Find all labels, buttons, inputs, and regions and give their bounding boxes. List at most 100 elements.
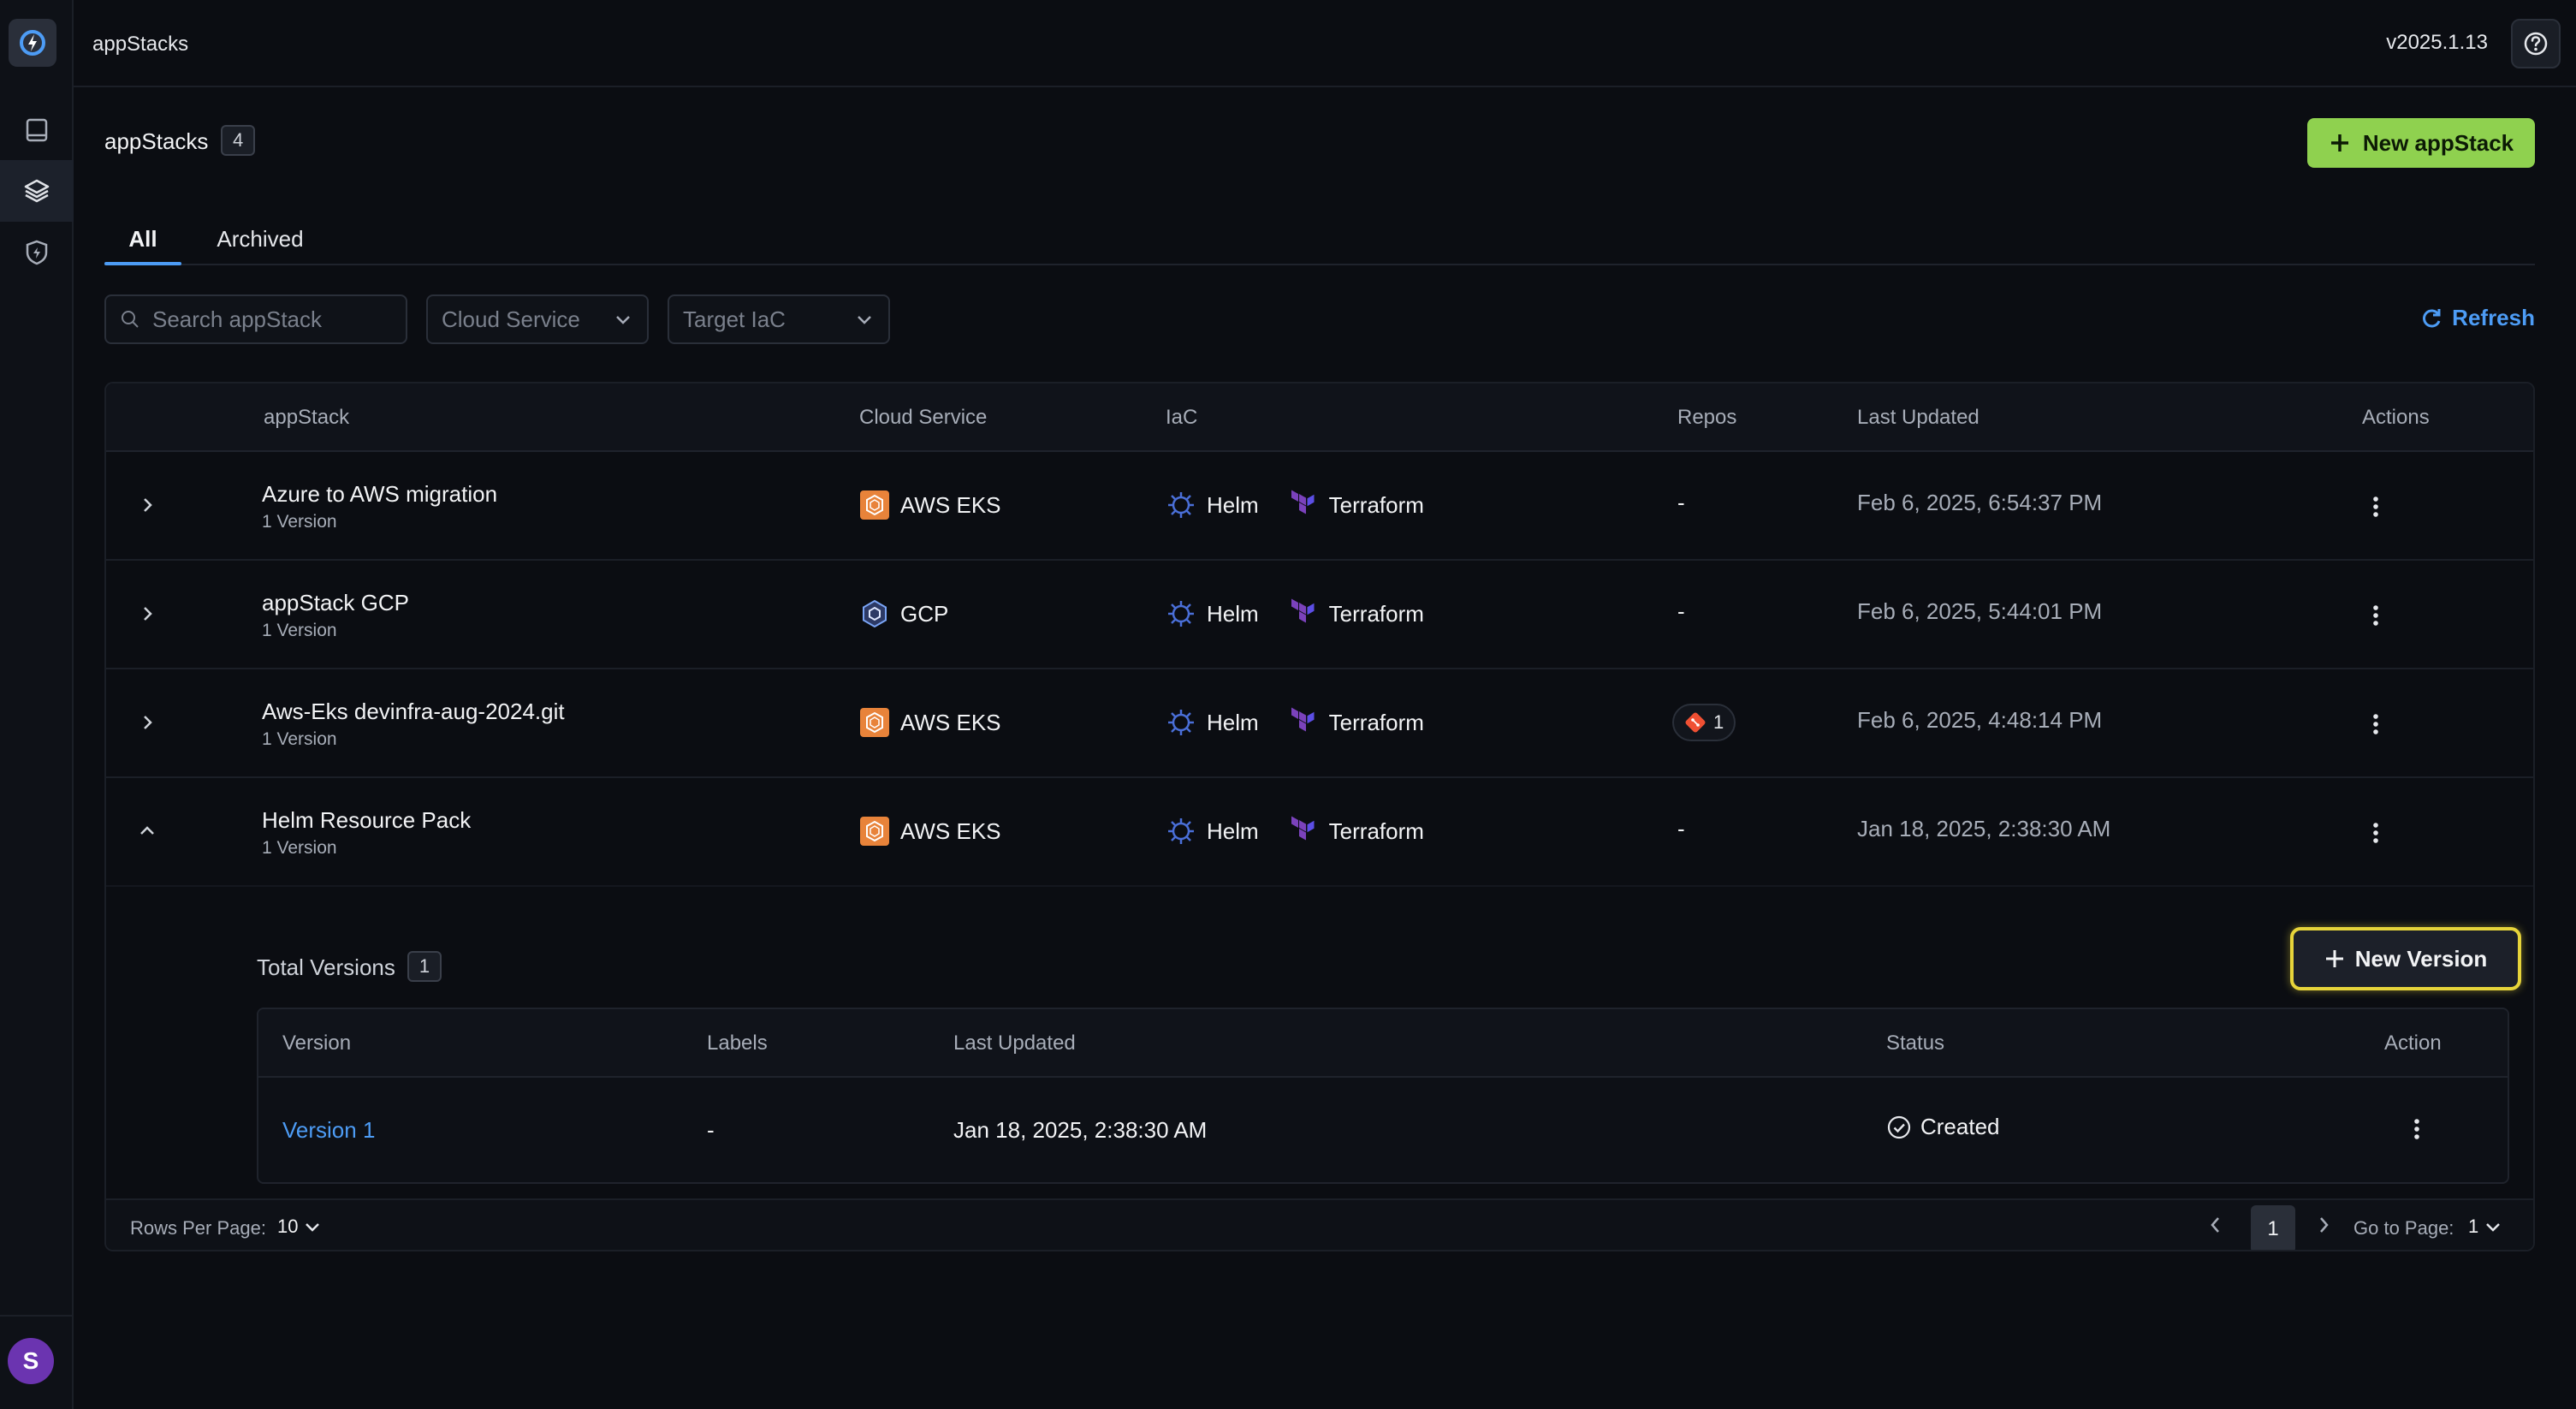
rail-appstacks-button[interactable]	[0, 160, 74, 222]
search-input[interactable]	[152, 306, 401, 333]
expand-row-button[interactable]	[132, 598, 163, 629]
aws-eks-icon	[859, 816, 890, 847]
plus-icon	[2329, 132, 2351, 154]
appstack-version-count: 1 Version	[262, 621, 337, 640]
help-button[interactable]	[2511, 19, 2561, 68]
total-versions-count: 1	[407, 951, 442, 982]
total-versions-label: Total Versions	[257, 954, 395, 980]
cloud-service-label: AWS EKS	[900, 491, 1001, 518]
version-row[interactable]: Version 1 - Jan 18, 2025, 2:38:30 AM Cre…	[258, 1078, 2508, 1182]
last-updated-cell: Feb 6, 2025, 4:48:14 PM	[1857, 707, 2103, 733]
plus-icon	[2324, 948, 2345, 969]
row-actions-button[interactable]	[2362, 710, 2389, 738]
top-bar: appStacks v2025.1.13	[74, 0, 2576, 87]
search-icon	[120, 309, 140, 330]
appstack-name[interactable]: Aws-Eks devinfra-aug-2024.git	[262, 699, 565, 725]
aws-eks-icon	[859, 707, 890, 738]
tab-all[interactable]: All	[104, 214, 181, 265]
chevron-down-icon	[613, 309, 633, 330]
expand-row-button[interactable]	[132, 707, 163, 738]
appstacks-table: appStack Cloud Service IaC Repos Last Up…	[104, 382, 2535, 1251]
refresh-button[interactable]: Refresh	[2419, 305, 2535, 331]
chevron-right-icon	[2312, 1214, 2335, 1236]
table-row[interactable]: Helm Resource Pack 1 Version AWS EKS Hel…	[106, 778, 2533, 887]
chevron-down-icon	[854, 309, 875, 330]
helm-icon	[1166, 816, 1196, 847]
header-repos: Repos	[1677, 406, 1737, 429]
filter-bar: Cloud Service Target IaC Refresh	[104, 294, 2535, 344]
version-last-updated: Jan 18, 2025, 2:38:30 AM	[953, 1117, 1208, 1143]
terraform-icon	[1288, 707, 1319, 738]
new-version-button[interactable]: New Version	[2290, 927, 2521, 990]
table-row[interactable]: Azure to AWS migration 1 Version AWS EKS…	[106, 452, 2533, 561]
header-appstack: appStack	[264, 406, 350, 429]
appstack-name[interactable]: Azure to AWS migration	[262, 481, 497, 508]
terraform-icon	[1288, 816, 1319, 847]
versions-panel: Total Versions 1 New Version Version Lab…	[106, 927, 2533, 1199]
repos-badge[interactable]: 1	[1672, 704, 1736, 741]
tab-bar: All Archived	[104, 214, 2535, 265]
chevron-right-icon	[137, 603, 157, 624]
table-header: appStack Cloud Service IaC Repos Last Up…	[106, 383, 2533, 452]
version-labels: -	[707, 1117, 715, 1143]
version-actions-button[interactable]	[2403, 1115, 2431, 1143]
appstack-name[interactable]: Helm Resource Pack	[262, 807, 471, 834]
rail-divider	[0, 1315, 74, 1317]
gcp-icon	[859, 598, 890, 629]
chevron-down-icon	[2484, 1217, 2502, 1236]
helm-label: Helm	[1207, 491, 1259, 518]
version-link[interactable]: Version 1	[282, 1117, 375, 1144]
row-actions-button[interactable]	[2362, 602, 2389, 629]
last-updated-cell: Feb 6, 2025, 5:44:01 PM	[1857, 598, 2103, 624]
rows-per-page-value: 10	[277, 1216, 299, 1237]
refresh-label: Refresh	[2452, 305, 2535, 330]
version-status-label: Created	[1920, 1114, 2000, 1139]
book-icon	[23, 116, 50, 144]
go-to-page-value: 1	[2468, 1216, 2479, 1237]
new-appstack-button[interactable]: New appStack	[2307, 118, 2535, 168]
repos-count: 1	[1713, 711, 1724, 733]
table-row[interactable]: Aws-Eks devinfra-aug-2024.git 1 Version …	[106, 669, 2533, 778]
search-box[interactable]	[104, 294, 407, 344]
chevron-up-icon	[137, 821, 157, 841]
expand-row-button[interactable]	[132, 490, 163, 520]
iac-cell: Helm Terraform	[1166, 707, 1424, 738]
collapse-row-button[interactable]	[132, 816, 163, 847]
tab-archived[interactable]: Archived	[200, 214, 320, 264]
repos-cell: -	[1677, 816, 1685, 841]
new-version-label: New Version	[2354, 945, 2488, 972]
helm-label: Helm	[1207, 600, 1259, 627]
cloud-service-cell: AWS EKS	[859, 707, 1001, 738]
header-version-last-updated: Last Updated	[953, 1031, 1076, 1055]
iac-cell: Helm Terraform	[1166, 816, 1424, 847]
user-avatar[interactable]: S	[8, 1338, 54, 1384]
rail-catalog-button[interactable]	[0, 99, 74, 161]
shield-icon	[23, 239, 50, 266]
terraform-label: Terraform	[1328, 491, 1424, 518]
next-page-button[interactable]	[2312, 1214, 2335, 1236]
page-number-button[interactable]: 1	[2251, 1205, 2295, 1250]
row-actions-button[interactable]	[2362, 819, 2389, 847]
repos-cell: -	[1677, 598, 1685, 624]
iac-cell: Helm Terraform	[1166, 490, 1424, 520]
terraform-label: Terraform	[1328, 817, 1424, 844]
go-to-page-select[interactable]: 1	[2468, 1216, 2502, 1238]
rail-security-button[interactable]	[0, 222, 74, 283]
row-actions-button[interactable]	[2362, 493, 2389, 520]
cloud-service-select[interactable]: Cloud Service	[426, 294, 649, 344]
appstack-version-count: 1 Version	[262, 729, 337, 749]
rows-per-page-label: Rows Per Page:	[130, 1217, 266, 1239]
target-iac-select[interactable]: Target IaC	[668, 294, 890, 344]
previous-page-button[interactable]	[2205, 1214, 2227, 1236]
app-logo-icon[interactable]	[9, 19, 56, 67]
app-version: v2025.1.13	[2386, 31, 2488, 54]
helm-icon	[1166, 707, 1196, 738]
terraform-label: Terraform	[1328, 600, 1424, 627]
appstack-name[interactable]: appStack GCP	[262, 590, 409, 616]
chevron-right-icon	[137, 495, 157, 515]
kebab-menu-icon	[2362, 710, 2389, 738]
table-row[interactable]: appStack GCP 1 Version GCP Helm Terrafor…	[106, 561, 2533, 669]
rows-per-page-select[interactable]: 10	[277, 1216, 322, 1238]
app-title: appStacks	[92, 33, 189, 56]
kebab-menu-icon	[2362, 602, 2389, 629]
